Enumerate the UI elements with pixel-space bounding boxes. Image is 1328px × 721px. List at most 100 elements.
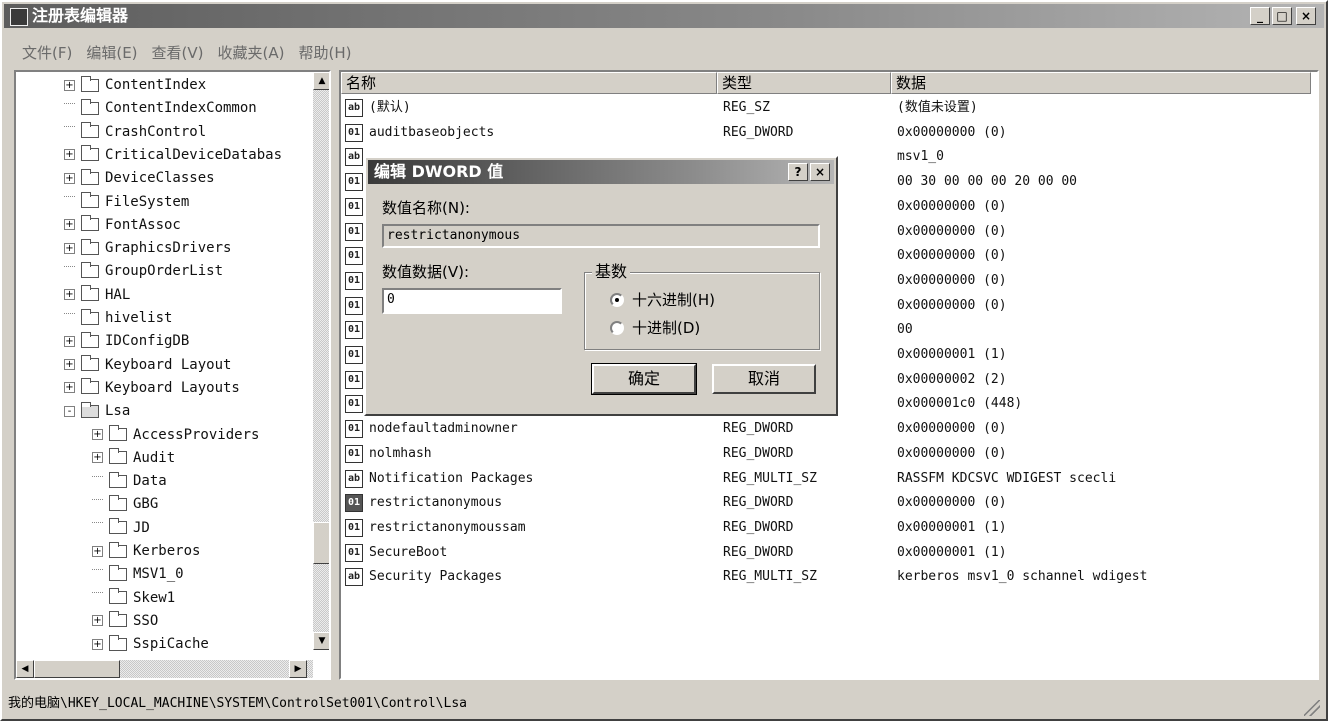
tree-item[interactable]: + FontAssoc (64, 214, 181, 236)
list-row[interactable]: 01 restrictanonymous REG_DWORD 0x00000000 (… (341, 491, 1311, 515)
value-type: REG_SZ (723, 100, 770, 115)
tree-item[interactable]: Skew1 (92, 587, 175, 609)
dialog-close-button[interactable]: × (810, 163, 830, 181)
minimize-button[interactable]: _ (1250, 7, 1270, 25)
value-data-input[interactable]: 0 (382, 288, 562, 314)
tree-item-label: ContentIndexCommon (105, 100, 257, 117)
tree-item[interactable]: - Lsa (64, 400, 130, 422)
scroll-right-button[interactable]: ▶ (289, 660, 307, 678)
menu-edit[interactable]: 编辑(E) (84, 42, 139, 64)
dec-radio-dot[interactable] (610, 321, 624, 335)
list-row[interactable]: 01 auditbaseobjects REG_DWORD 0x00000000 (0… (341, 121, 1311, 145)
value-name: (默认) (369, 100, 411, 115)
tree-item[interactable]: FileSystem (64, 191, 189, 213)
tree-item-label: Audit (133, 449, 176, 466)
cancel-button[interactable]: 取消 (712, 364, 816, 394)
tree-item[interactable]: hivelist (64, 307, 172, 329)
list-row[interactable]: ab Security Packages REG_MULTI_SZ kerberos … (341, 565, 1311, 589)
expand-icon[interactable]: + (64, 335, 75, 347)
tree-item[interactable]: Data (92, 470, 167, 492)
tree-item[interactable]: + IDConfigDB (64, 330, 189, 352)
scroll-down-button[interactable]: ▼ (313, 632, 329, 650)
tree-item[interactable]: MSV1_0 (92, 563, 184, 585)
tree-item[interactable]: + HAL (64, 284, 130, 306)
expand-icon[interactable]: + (64, 359, 75, 371)
tree-item[interactable]: + GraphicsDrivers (64, 237, 231, 259)
expand-icon[interactable]: + (64, 242, 75, 254)
tree-item[interactable]: JD (92, 517, 150, 539)
expand-icon[interactable]: + (64, 289, 75, 301)
expand-icon[interactable]: + (92, 615, 103, 627)
dec-radio[interactable]: 十进制(D) (610, 318, 700, 338)
folder-icon (81, 98, 99, 115)
resize-grip-icon[interactable] (1304, 700, 1320, 716)
column-header-data[interactable]: 数据 (891, 72, 1311, 94)
list-row[interactable]: 01 restrictanonymoussam REG_DWORD 0x0000000… (341, 516, 1311, 540)
maximize-button[interactable]: □ (1272, 7, 1292, 25)
value-name-field: restrictanonymous (382, 224, 820, 248)
hex-radio-dot[interactable] (610, 293, 624, 307)
value-data: 0x00000000 (0) (897, 198, 1007, 214)
column-header-type[interactable]: 类型 (717, 72, 891, 94)
tree-item[interactable]: + ContentIndex (64, 74, 206, 96)
list-row[interactable]: 01 SecureBoot REG_DWORD 0x00000001 (1) (341, 541, 1311, 565)
tree-connector-line (92, 592, 103, 603)
ok-button[interactable]: 确定 (591, 363, 697, 395)
list-row[interactable]: ab (默认) REG_SZ (数值未设置) (341, 96, 1311, 120)
menu-favorites[interactable]: 收藏夹(A) (216, 42, 287, 64)
binary-value-icon: 01 (345, 494, 363, 513)
tree-item[interactable]: ContentIndexCommon (64, 97, 257, 119)
expand-icon[interactable]: + (64, 79, 75, 91)
expand-icon[interactable]: + (92, 545, 103, 557)
binary-value-icon: 01 (345, 271, 363, 290)
expand-icon[interactable]: + (64, 172, 75, 184)
tree-item[interactable]: CrashControl (64, 121, 206, 143)
registry-tree[interactable]: + ContentIndex ContentIndexCommon CrashCont… (14, 70, 331, 680)
tree-item[interactable]: GBG (92, 493, 158, 515)
expand-icon[interactable]: + (92, 452, 103, 464)
binary-value-icon: 01 (345, 420, 363, 439)
expand-icon[interactable]: + (64, 149, 75, 161)
menu-view[interactable]: 查看(V) (150, 42, 206, 64)
list-row[interactable]: 01 nodefaultadminowner REG_DWORD 0x00000000… (341, 417, 1311, 441)
tree-vertical-scrollbar[interactable]: ▲ ▼ (313, 72, 329, 650)
tree-connector-line (64, 126, 75, 137)
folder-icon (81, 192, 99, 208)
dialog-title-bar[interactable]: 编辑 DWORD 值 ? × (368, 160, 834, 184)
expand-icon[interactable]: + (92, 429, 103, 440)
close-button[interactable]: × (1296, 7, 1316, 25)
list-row[interactable]: ab Notification Packages REG_MULTI_SZ RASSF… (341, 467, 1311, 491)
tree-horizontal-scrollbar[interactable]: ◀ ▶ (16, 660, 313, 678)
menu-help[interactable]: 帮助(H) (296, 42, 353, 64)
hex-radio[interactable]: 十六进制(H) (610, 290, 715, 310)
list-row[interactable]: 01 nolmhash REG_DWORD 0x00000000 (0) (341, 442, 1311, 466)
tree-item[interactable]: GroupOrderList (64, 260, 223, 282)
expand-icon[interactable]: + (64, 382, 75, 394)
scroll-left-button[interactable]: ◀ (16, 660, 34, 678)
value-data: 0x00000001 (1) (897, 544, 1007, 560)
dialog-help-button[interactable]: ? (788, 163, 808, 181)
value-type: REG_DWORD (723, 124, 794, 140)
h-scroll-thumb[interactable] (34, 660, 120, 678)
tree-item[interactable]: + AccessProviders (92, 424, 259, 446)
tree-item[interactable]: + Keyboard Layouts (64, 377, 240, 399)
expand-icon[interactable]: + (92, 638, 103, 650)
tree-item[interactable]: + Keyboard Layout (64, 354, 231, 376)
folder-icon (81, 355, 99, 372)
tree-item[interactable]: + DeviceClasses (64, 167, 215, 189)
tree-item-label: IDConfigDB (105, 333, 190, 350)
tree-item[interactable]: + Audit (92, 447, 175, 469)
expand-icon[interactable]: + (64, 219, 75, 231)
title-bar[interactable]: 注册表编辑器 _ □ × (4, 4, 1324, 28)
string-value-icon: ab (345, 148, 363, 167)
scroll-thumb[interactable] (313, 522, 329, 564)
tree-item[interactable]: + Kerberos (92, 540, 200, 562)
tree-item-label: Skew1 (133, 589, 176, 606)
scroll-up-button[interactable]: ▲ (313, 72, 329, 90)
collapse-icon[interactable]: - (64, 405, 75, 417)
menu-file[interactable]: 文件(F) (20, 42, 74, 64)
tree-item[interactable]: + CriticalDeviceDatabas (64, 144, 282, 166)
tree-item[interactable]: + SspiCache (92, 633, 209, 655)
column-header-name[interactable]: 名称 (341, 72, 717, 94)
tree-item[interactable]: + SSO (92, 610, 158, 632)
